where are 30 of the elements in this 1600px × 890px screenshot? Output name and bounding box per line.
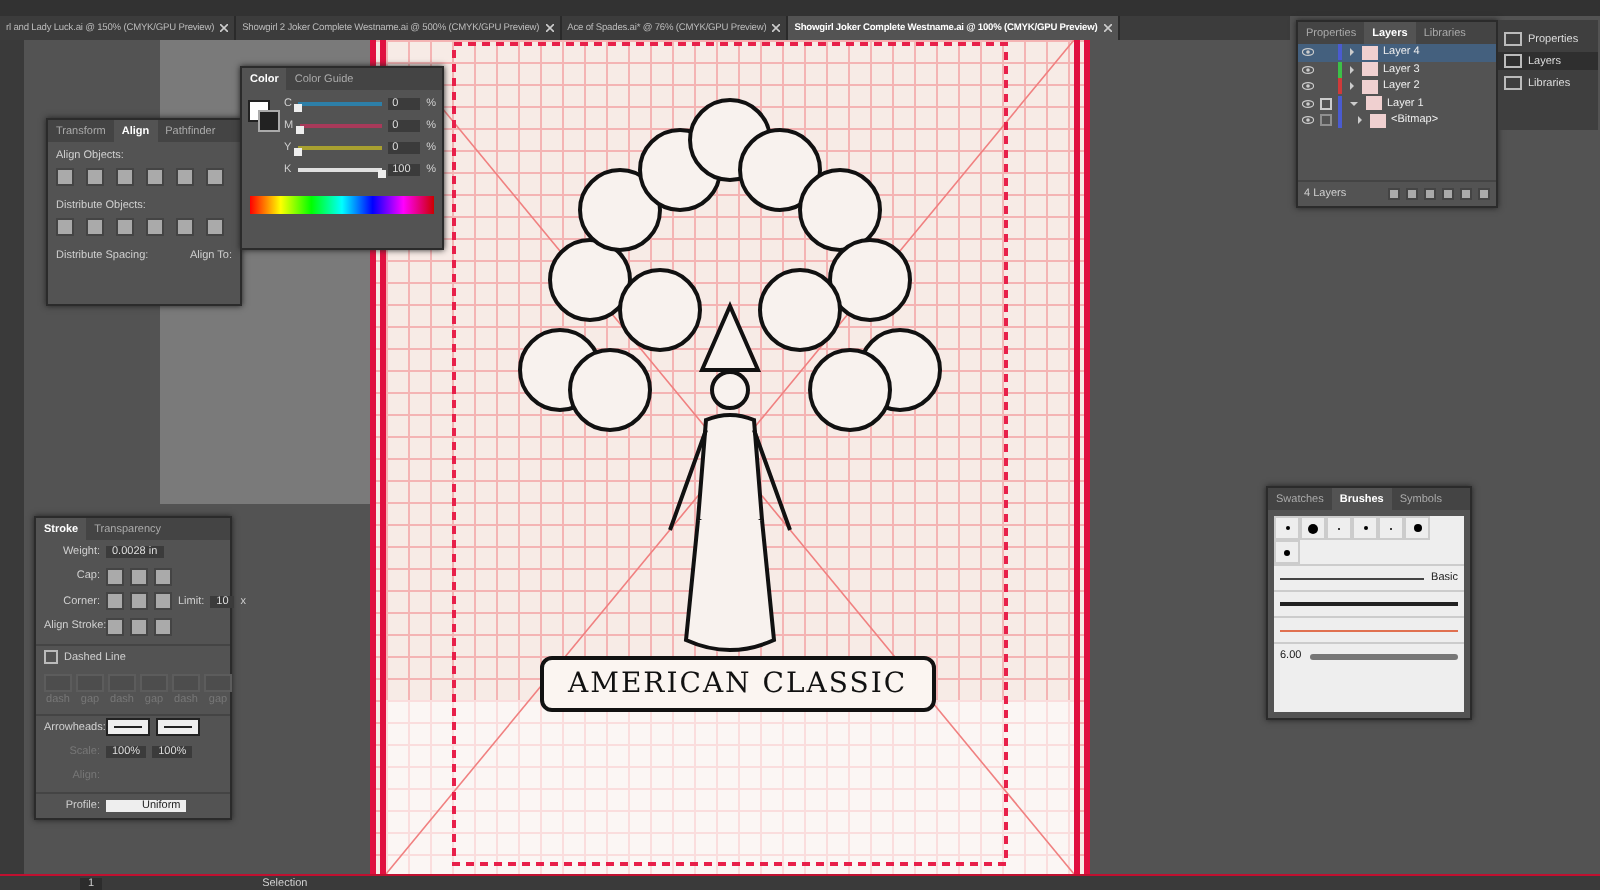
slider-thumb[interactable] bbox=[293, 104, 302, 112]
checkbox[interactable] bbox=[44, 650, 58, 664]
caret-icon[interactable] bbox=[1349, 65, 1353, 74]
brush-dot-icon[interactable] bbox=[1284, 549, 1290, 555]
close-icon[interactable] bbox=[772, 24, 781, 32]
brush-dot-icon[interactable] bbox=[1308, 523, 1318, 533]
slider-thumb[interactable] bbox=[378, 170, 387, 178]
caret-icon[interactable] bbox=[1349, 82, 1353, 91]
slider-thumb[interactable] bbox=[295, 126, 304, 134]
close-icon[interactable] bbox=[220, 24, 229, 32]
caret-icon[interactable] bbox=[1349, 48, 1353, 57]
caret-icon[interactable] bbox=[1357, 116, 1361, 125]
color-spectrum[interactable] bbox=[250, 196, 434, 214]
lock-icon[interactable] bbox=[1320, 97, 1332, 110]
arrowhead-dropdown[interactable] bbox=[106, 718, 150, 737]
close-icon[interactable] bbox=[1103, 24, 1112, 32]
close-icon[interactable] bbox=[545, 24, 554, 32]
slider-thumb[interactable] bbox=[293, 148, 302, 156]
eye-icon[interactable] bbox=[1302, 65, 1314, 74]
stroke-swatch[interactable] bbox=[258, 110, 280, 132]
arrowhead-dropdown[interactable] bbox=[156, 718, 200, 737]
eye-icon[interactable] bbox=[1302, 99, 1314, 108]
eye-icon[interactable] bbox=[1302, 116, 1314, 125]
eye-icon[interactable] bbox=[1302, 48, 1314, 57]
eye-icon[interactable] bbox=[1302, 82, 1314, 91]
dash-field[interactable] bbox=[204, 673, 232, 691]
brush-dot-icon[interactable] bbox=[1413, 524, 1421, 532]
caret-icon[interactable] bbox=[1349, 101, 1357, 106]
lock-icon[interactable] bbox=[1320, 114, 1332, 127]
banner-text: AMERICAN CLASSIC bbox=[540, 656, 936, 712]
